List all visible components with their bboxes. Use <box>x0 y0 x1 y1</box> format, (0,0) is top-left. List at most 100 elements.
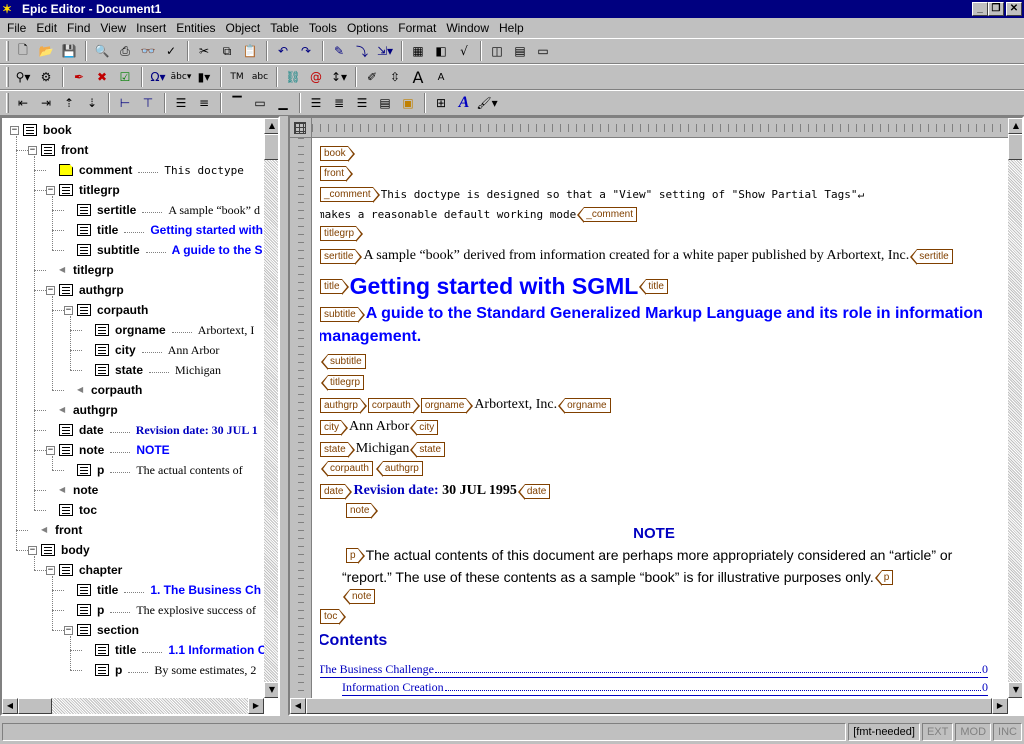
tree-node-state[interactable]: state Michigan <box>82 360 221 380</box>
tree-node-section[interactable]: − section <box>64 620 139 640</box>
subtitle-line1[interactable]: A guide to the Standard Generalized Mark… <box>366 305 983 323</box>
document-title[interactable]: Getting started with SGML <box>350 273 639 300</box>
copy-icon[interactable]: ⧉ <box>216 40 238 62</box>
menu-view[interactable]: View <box>95 21 131 35</box>
tag-front-start[interactable]: front <box>320 166 354 182</box>
tree-node-date[interactable]: date Revision date: 30 JUL 1 <box>46 420 258 440</box>
insert-special-icon[interactable]: ⤵ <box>351 40 373 62</box>
menu-edit[interactable]: Edit <box>31 21 62 35</box>
menu-entities[interactable]: Entities <box>171 21 220 35</box>
link-icon[interactable]: ⛓ <box>282 66 304 88</box>
tree-node-book[interactable]: − book <box>10 120 72 140</box>
undo-icon[interactable]: ↶ <box>272 40 294 62</box>
scroll-thumb[interactable] <box>18 698 52 714</box>
split-view-icon[interactable]: ▤ <box>509 40 531 62</box>
save-icon[interactable]: 💾 <box>58 40 80 62</box>
tag-note-end[interactable]: note <box>342 589 376 605</box>
paragraph-line1[interactable]: The actual contents of this document are… <box>366 547 953 563</box>
frame-bottom-icon[interactable]: ▁ <box>272 92 294 114</box>
toolbar-grip[interactable] <box>6 93 9 113</box>
tree-node-sertitle[interactable]: sertitle A sample “book” d <box>64 200 260 220</box>
scroll-down-icon[interactable]: ▼ <box>264 682 278 698</box>
print-preview-icon[interactable]: 🔍 <box>91 40 113 62</box>
delete-markup-icon[interactable]: ✖ <box>91 66 113 88</box>
tree-node-titlegrp[interactable]: − titlegrp <box>46 180 120 200</box>
tag-titlegrp-start[interactable]: titlegrp <box>320 226 364 242</box>
tree-node-title[interactable]: title 1. The Business Ch <box>64 580 261 600</box>
tree-node-note[interactable]: ◀ note <box>46 480 98 500</box>
indent-left-icon[interactable]: ⇤ <box>12 92 34 114</box>
restore-button[interactable]: ❐ <box>988 2 1004 16</box>
frame-middle-icon[interactable]: ▭ <box>249 92 271 114</box>
collapse-toggle-icon[interactable]: − <box>46 285 55 295</box>
text-entity-icon[interactable]: TM <box>226 66 248 88</box>
full-view-icon[interactable]: ▭ <box>532 40 554 62</box>
structure-tree[interactable]: − book − front comment This doctype − titlegrp s… <box>2 118 264 698</box>
new-icon[interactable]: 🗋 <box>12 40 34 62</box>
tree-node-authgrp[interactable]: − authgrp <box>46 280 124 300</box>
tag-comment-start[interactable]: _comment <box>320 187 380 203</box>
tag-sertitle-start[interactable]: sertitle <box>320 248 364 265</box>
table-grid-icon[interactable]: ⊞ <box>430 92 452 114</box>
tree-node-toc[interactable]: toc <box>46 500 97 520</box>
tag-p-end[interactable]: p <box>874 569 894 586</box>
collapse-toggle-icon[interactable]: − <box>28 145 37 155</box>
close-button[interactable]: ✕ <box>1006 2 1022 16</box>
tag-titlegrp-end[interactable]: titlegrp <box>320 375 365 391</box>
redo-icon[interactable]: ↷ <box>295 40 317 62</box>
align-center-icon[interactable]: ≣ <box>328 92 350 114</box>
menu-help[interactable]: Help <box>494 21 529 35</box>
pick-tag-icon[interactable]: ✒ <box>68 66 90 88</box>
graphic-icon[interactable]: ◧ <box>430 40 452 62</box>
tree-node-corpauth[interactable]: − corpauth <box>64 300 148 320</box>
paste-element-icon[interactable]: ▮▾ <box>193 66 215 88</box>
comment-text-line1[interactable]: This doctype is designed so that a "View… <box>381 188 864 201</box>
tree-node-subtitle[interactable]: subtitle A guide to the S <box>64 240 263 260</box>
join-icon[interactable]: ≡ <box>193 92 215 114</box>
tree-node-p[interactable]: p The explosive success of <box>64 600 256 620</box>
scroll-down-icon[interactable]: ▼ <box>1008 682 1022 698</box>
tag-title-end[interactable]: title <box>639 279 668 295</box>
menu-tools[interactable]: Tools <box>304 21 342 35</box>
tree-node-body[interactable]: − body <box>28 540 90 560</box>
tag-city-start[interactable]: city <box>320 419 348 436</box>
scroll-thumb[interactable] <box>1008 134 1022 160</box>
tree-horizontal-scrollbar[interactable]: ◀ ▶ <box>2 698 264 714</box>
tree-node-corpauth[interactable]: ◀ corpauth <box>64 380 142 400</box>
collapse-toggle-icon[interactable]: − <box>46 565 55 575</box>
scroll-left-icon[interactable]: ◀ <box>290 698 306 714</box>
collapse-toggle-icon[interactable]: − <box>10 125 19 135</box>
scroll-left-icon[interactable]: ◀ <box>2 698 18 714</box>
contents-heading[interactable]: Contents <box>320 632 387 650</box>
hyperlink-icon[interactable]: @ <box>305 66 327 88</box>
move-up-icon[interactable]: ⇡ <box>58 92 80 114</box>
tag-comment-end[interactable]: _comment <box>577 207 637 223</box>
tag-title-start[interactable]: title <box>320 279 348 295</box>
line-spacing-icon[interactable]: ↕▾ <box>328 66 350 88</box>
subtitle-line2[interactable]: management. <box>320 328 421 346</box>
tree-node-p[interactable]: p The actual contents of <box>64 460 243 480</box>
toc-entry[interactable]: Information Creation 00 <box>342 680 988 696</box>
tree-node-orgname[interactable]: orgname Arbortext, I <box>82 320 254 340</box>
label-icon[interactable]: ⇳ <box>384 66 406 88</box>
paragraph-line2[interactable]: “report.” The use of these contents as a… <box>342 569 874 585</box>
tag-authgrp-end[interactable]: authgrp <box>375 461 423 477</box>
document-content[interactable]: book front _comment This doctype is desi… <box>320 142 988 698</box>
tag-corpauth-end[interactable]: corpauth <box>321 461 373 477</box>
collapse-toggle-icon[interactable]: − <box>64 625 73 635</box>
collapse-toggle-icon[interactable]: − <box>28 545 37 555</box>
document-pane[interactable]: book front _comment This doctype is desi… <box>288 116 1024 716</box>
ruler-corner[interactable] <box>290 118 312 138</box>
demote-icon[interactable]: ⊤ <box>137 92 159 114</box>
tree-node-authgrp[interactable]: ◀ authgrp <box>46 400 118 420</box>
scroll-thumb[interactable] <box>264 134 278 160</box>
menu-insert[interactable]: Insert <box>131 21 171 35</box>
font-size-up-icon[interactable]: A <box>407 66 429 88</box>
tag-p-start[interactable]: p <box>346 547 364 564</box>
check-icon[interactable]: ☑ <box>114 66 136 88</box>
print-icon[interactable]: ⎙ <box>114 40 136 62</box>
tree-node-p[interactable]: p By some estimates, 2 <box>82 660 256 680</box>
menu-table[interactable]: Table <box>265 21 304 35</box>
menu-options[interactable]: Options <box>342 21 393 35</box>
revision-date[interactable]: Revision date: 30 JUL 1995 <box>353 483 516 499</box>
